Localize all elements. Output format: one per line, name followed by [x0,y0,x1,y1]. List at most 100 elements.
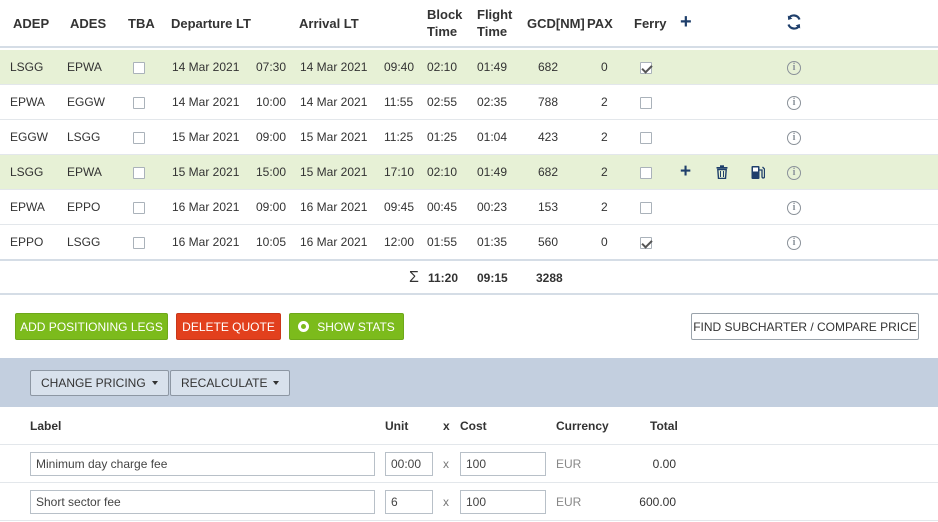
ferry-checkbox[interactable] [640,97,652,109]
col-flight-line2: Time [477,24,508,39]
ferry-checkbox[interactable] [640,132,652,144]
col-ades: ADES [70,16,107,31]
leg-gcd: 788 [538,95,559,109]
info-icon[interactable]: i [787,61,801,75]
leg-departure-date: 16 Mar 2021 [172,235,240,249]
leg-arrival-date: 15 Mar 2021 [300,165,368,179]
tba-checkbox[interactable] [133,167,145,179]
leg-arrival-time: 09:40 [384,60,415,74]
leg-row[interactable]: EPWA EGGW 14 Mar 2021 10:00 14 Mar 2021 11:55… [0,85,938,120]
stats-icon [298,321,310,332]
leg-arrival-date: 16 Mar 2021 [300,235,368,249]
leg-gcd: 560 [538,235,559,249]
price-label-input[interactable] [30,452,375,476]
refresh-icon[interactable] [785,13,803,31]
leg-pax: 0 [601,235,608,249]
recalculate-label: RECALCULATE [181,376,268,390]
leg-flight-time: 01:04 [477,130,508,144]
chevron-down-icon [273,381,280,385]
leg-arrival-time: 17:10 [384,165,415,179]
leg-departure-date: 14 Mar 2021 [172,95,240,109]
pricing-row: x EUR 600.00 [0,483,938,521]
leg-row[interactable]: EGGW LSGG 15 Mar 2021 09:00 15 Mar 2021 11:25… [0,120,938,155]
col-adep: ADEP [13,16,50,31]
tba-checkbox[interactable] [133,132,145,144]
price-currency: EUR [556,495,582,509]
leg-row[interactable]: EPWA EPPO 16 Mar 2021 09:00 16 Mar 2021 09:45… [0,190,938,225]
col-currency: Currency [556,419,609,433]
price-total: 0.00 [652,457,676,471]
leg-ades: EPPO [67,200,101,214]
col-cost: Cost [460,419,487,433]
add-positioning-legs-button[interactable]: ADD POSITIONING LEGS [15,313,168,340]
leg-pax: 2 [601,130,608,144]
col-x: x [443,419,450,433]
total-gcd: 3288 [536,271,563,285]
info-icon[interactable]: i [787,131,801,145]
leg-arrival-time: 11:25 [384,130,414,144]
leg-pax: 2 [601,95,608,109]
show-stats-label: SHOW STATS [317,320,395,334]
pricing-table-header: Label Unit x Cost Currency Total [0,407,938,445]
leg-row[interactable]: LSGG EPWA 14 Mar 2021 07:30 14 Mar 2021 09:40… [0,50,938,85]
price-cost-input[interactable] [460,452,546,476]
info-icon[interactable]: i [787,96,801,110]
leg-adep: EGGW [10,130,48,144]
info-icon[interactable]: i [787,236,801,250]
tba-checkbox[interactable] [133,62,145,74]
add-leg-icon[interactable]: + [680,12,692,32]
leg-adep: EPPO [10,235,44,249]
ferry-checkbox[interactable] [640,237,652,249]
leg-departure-date: 15 Mar 2021 [172,165,240,179]
leg-row[interactable]: EPPO LSGG 16 Mar 2021 10:05 16 Mar 2021 12:00… [0,225,938,260]
find-subcharter-button[interactable]: FIND SUBCHARTER / COMPARE PRICE [691,313,919,340]
price-unit-input[interactable] [385,452,433,476]
leg-arrival-date: 14 Mar 2021 [300,60,368,74]
leg-adep: EPWA [10,200,45,214]
price-total: 600.00 [639,495,676,509]
leg-adep: EPWA [10,95,45,109]
leg-arrival-date: 14 Mar 2021 [300,95,368,109]
col-total: Total [650,419,678,433]
leg-block-time: 02:10 [427,165,458,179]
leg-arrival-time: 11:55 [384,95,414,109]
col-gcd: GCD[NM] [527,16,585,31]
price-unit-input[interactable] [385,490,433,514]
ferry-checkbox[interactable] [640,202,652,214]
ferry-checkbox[interactable] [640,167,652,179]
add-leg-after-icon[interactable]: + [680,162,691,181]
col-arrival: Arrival LT [299,16,359,31]
leg-arrival-time: 09:45 [384,200,415,214]
recalculate-dropdown[interactable]: RECALCULATE [170,370,291,396]
change-pricing-dropdown[interactable]: CHANGE PRICING [30,370,169,396]
leg-row[interactable]: LSGG EPWA 15 Mar 2021 15:00 15 Mar 2021 17:10… [0,155,938,190]
tba-checkbox[interactable] [133,237,145,249]
leg-block-time: 01:25 [427,130,458,144]
col-unit: Unit [385,419,409,433]
tba-checkbox[interactable] [133,97,145,109]
leg-adep: LSGG [10,60,44,74]
trash-icon[interactable] [716,165,728,179]
price-label-input[interactable] [30,490,375,514]
total-flight-time: 09:15 [477,271,508,285]
show-stats-button[interactable]: SHOW STATS [289,313,404,340]
total-block-time: 11:20 [428,271,459,285]
leg-gcd: 682 [538,60,559,74]
info-icon[interactable]: i [787,166,801,180]
info-icon[interactable]: i [787,201,801,215]
leg-arrival-date: 16 Mar 2021 [300,200,368,214]
price-cost-input[interactable] [460,490,546,514]
fuel-pump-icon[interactable] [751,165,765,180]
leg-flight-time: 01:49 [477,60,508,74]
totals-row: Σ 11:20 09:15 3288 [0,259,938,295]
leg-ades: LSGG [67,130,101,144]
leg-adep: LSGG [10,165,44,179]
delete-quote-button[interactable]: DELETE QUOTE [176,313,281,340]
ferry-checkbox[interactable] [640,62,652,74]
leg-flight-time: 02:35 [477,95,508,109]
leg-departure-time: 07:30 [256,60,287,74]
tba-checkbox[interactable] [133,202,145,214]
col-tba: TBA [128,16,155,31]
leg-gcd: 682 [538,165,559,179]
leg-flight-time: 01:49 [477,165,508,179]
